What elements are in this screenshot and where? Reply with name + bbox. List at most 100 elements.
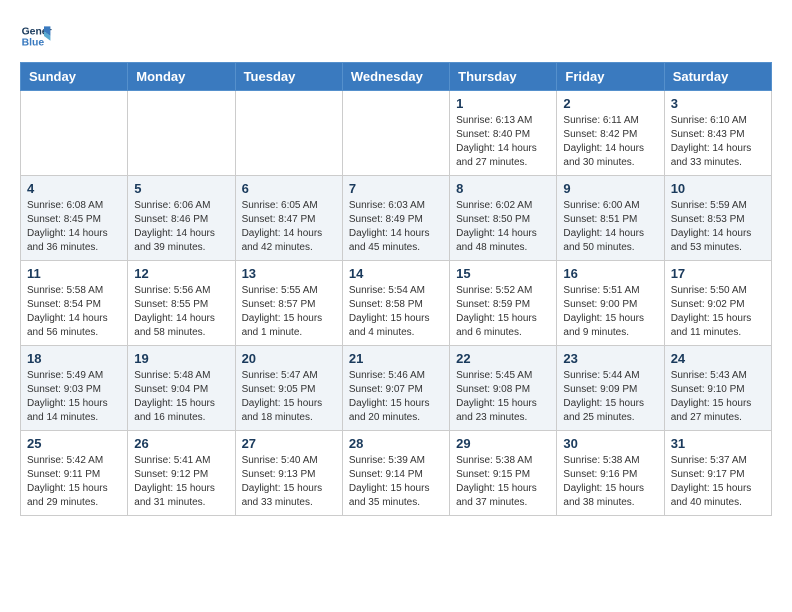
day-number: 31	[671, 436, 765, 451]
day-number: 19	[134, 351, 228, 366]
calendar-cell	[342, 91, 449, 176]
cell-content: Sunrise: 5:50 AM Sunset: 9:02 PM Dayligh…	[671, 284, 765, 340]
day-number: 10	[671, 181, 765, 196]
logo: General Blue	[20, 20, 52, 52]
calendar-cell: 4 Sunrise: 6:08 AM Sunset: 8:45 PM Daylig…	[21, 176, 128, 261]
day-number: 20	[242, 351, 336, 366]
day-number: 28	[349, 436, 443, 451]
cell-content: Sunrise: 6:06 AM Sunset: 8:46 PM Dayligh…	[134, 199, 228, 255]
calendar-week-row: 25 Sunrise: 5:42 AM Sunset: 9:11 PM Dayli…	[21, 431, 772, 516]
calendar-cell: 23 Sunrise: 5:44 AM Sunset: 9:09 PM Dayli…	[557, 346, 664, 431]
cell-content: Sunrise: 6:02 AM Sunset: 8:50 PM Dayligh…	[456, 199, 550, 255]
cell-content: Sunrise: 5:42 AM Sunset: 9:11 PM Dayligh…	[27, 454, 121, 510]
cell-content: Sunrise: 5:47 AM Sunset: 9:05 PM Dayligh…	[242, 369, 336, 425]
day-number: 11	[27, 266, 121, 281]
day-of-week-header: Tuesday	[235, 63, 342, 91]
cell-content: Sunrise: 5:38 AM Sunset: 9:15 PM Dayligh…	[456, 454, 550, 510]
day-of-week-header: Monday	[128, 63, 235, 91]
day-number: 25	[27, 436, 121, 451]
calendar-cell: 22 Sunrise: 5:45 AM Sunset: 9:08 PM Dayli…	[450, 346, 557, 431]
day-of-week-header: Saturday	[664, 63, 771, 91]
svg-text:Blue: Blue	[22, 38, 45, 49]
cell-content: Sunrise: 5:43 AM Sunset: 9:10 PM Dayligh…	[671, 369, 765, 425]
calendar-cell: 30Sunrise: 5:38 AM Sunset: 9:16 PM Dayli…	[557, 431, 664, 516]
calendar-cell: 2Sunrise: 6:11 AM Sunset: 8:42 PM Daylig…	[557, 91, 664, 176]
calendar-cell: 29 Sunrise: 5:38 AM Sunset: 9:15 PM Dayli…	[450, 431, 557, 516]
day-number: 15	[456, 266, 550, 281]
cell-content: Sunrise: 5:54 AM Sunset: 8:58 PM Dayligh…	[349, 284, 443, 340]
cell-content: Sunrise: 5:51 AM Sunset: 9:00 PM Dayligh…	[563, 284, 657, 340]
cell-content: Sunrise: 5:56 AM Sunset: 8:55 PM Dayligh…	[134, 284, 228, 340]
calendar-week-row: 4 Sunrise: 6:08 AM Sunset: 8:45 PM Daylig…	[21, 176, 772, 261]
calendar-week-row: 1 Sunrise: 6:13 AM Sunset: 8:40 PM Daylig…	[21, 91, 772, 176]
cell-content: Sunrise: 5:52 AM Sunset: 8:59 PM Dayligh…	[456, 284, 550, 340]
cell-content: Sunrise: 6:03 AM Sunset: 8:49 PM Dayligh…	[349, 199, 443, 255]
calendar-cell: 24 Sunrise: 5:43 AM Sunset: 9:10 PM Dayli…	[664, 346, 771, 431]
calendar-cell: 14Sunrise: 5:54 AM Sunset: 8:58 PM Dayli…	[342, 261, 449, 346]
day-of-week-header: Wednesday	[342, 63, 449, 91]
day-number: 17	[671, 266, 765, 281]
calendar-cell: 19 Sunrise: 5:48 AM Sunset: 9:04 PM Dayli…	[128, 346, 235, 431]
day-number: 1	[456, 96, 550, 111]
calendar-week-row: 11 Sunrise: 5:58 AM Sunset: 8:54 PM Dayli…	[21, 261, 772, 346]
calendar-cell: 20 Sunrise: 5:47 AM Sunset: 9:05 PM Dayli…	[235, 346, 342, 431]
cell-content: Sunrise: 5:45 AM Sunset: 9:08 PM Dayligh…	[456, 369, 550, 425]
calendar-cell: 1 Sunrise: 6:13 AM Sunset: 8:40 PM Daylig…	[450, 91, 557, 176]
cell-content: Sunrise: 6:08 AM Sunset: 8:45 PM Dayligh…	[27, 199, 121, 255]
calendar-cell: 8 Sunrise: 6:02 AM Sunset: 8:50 PM Daylig…	[450, 176, 557, 261]
day-of-week-header: Sunday	[21, 63, 128, 91]
day-number: 6	[242, 181, 336, 196]
day-number: 16	[563, 266, 657, 281]
day-number: 26	[134, 436, 228, 451]
cell-content: Sunrise: 5:58 AM Sunset: 8:54 PM Dayligh…	[27, 284, 121, 340]
cell-content: Sunrise: 6:05 AM Sunset: 8:47 PM Dayligh…	[242, 199, 336, 255]
calendar-cell: 27 Sunrise: 5:40 AM Sunset: 9:13 PM Dayli…	[235, 431, 342, 516]
cell-content: Sunrise: 6:11 AM Sunset: 8:42 PM Dayligh…	[563, 114, 657, 170]
calendar-cell	[21, 91, 128, 176]
day-number: 4	[27, 181, 121, 196]
day-number: 7	[349, 181, 443, 196]
calendar-cell	[235, 91, 342, 176]
day-number: 13	[242, 266, 336, 281]
calendar-cell: 6 Sunrise: 6:05 AM Sunset: 8:47 PM Daylig…	[235, 176, 342, 261]
day-of-week-header: Thursday	[450, 63, 557, 91]
day-number: 22	[456, 351, 550, 366]
day-number: 23	[563, 351, 657, 366]
calendar-cell: 5 Sunrise: 6:06 AM Sunset: 8:46 PM Daylig…	[128, 176, 235, 261]
calendar-cell: 26 Sunrise: 5:41 AM Sunset: 9:12 PM Dayli…	[128, 431, 235, 516]
cell-content: Sunrise: 5:37 AM Sunset: 9:17 PM Dayligh…	[671, 454, 765, 510]
cell-content: Sunrise: 5:41 AM Sunset: 9:12 PM Dayligh…	[134, 454, 228, 510]
calendar-cell: 31 Sunrise: 5:37 AM Sunset: 9:17 PM Dayli…	[664, 431, 771, 516]
day-of-week-header: Friday	[557, 63, 664, 91]
calendar-cell: 10Sunrise: 5:59 AM Sunset: 8:53 PM Dayli…	[664, 176, 771, 261]
day-number: 27	[242, 436, 336, 451]
day-number: 8	[456, 181, 550, 196]
calendar-cell: 17 Sunrise: 5:50 AM Sunset: 9:02 PM Dayli…	[664, 261, 771, 346]
day-number: 12	[134, 266, 228, 281]
cell-content: Sunrise: 6:13 AM Sunset: 8:40 PM Dayligh…	[456, 114, 550, 170]
calendar-cell: 18Sunrise: 5:49 AM Sunset: 9:03 PM Dayli…	[21, 346, 128, 431]
day-number: 5	[134, 181, 228, 196]
calendar-cell: 7 Sunrise: 6:03 AM Sunset: 8:49 PM Daylig…	[342, 176, 449, 261]
calendar-cell: 9Sunrise: 6:00 AM Sunset: 8:51 PM Daylig…	[557, 176, 664, 261]
calendar-cell: 25 Sunrise: 5:42 AM Sunset: 9:11 PM Dayli…	[21, 431, 128, 516]
logo-icon: General Blue	[20, 20, 52, 52]
calendar-cell: 11 Sunrise: 5:58 AM Sunset: 8:54 PM Dayli…	[21, 261, 128, 346]
calendar-header-row: SundayMondayTuesdayWednesdayThursdayFrid…	[21, 63, 772, 91]
day-number: 3	[671, 96, 765, 111]
calendar-cell	[128, 91, 235, 176]
cell-content: Sunrise: 5:39 AM Sunset: 9:14 PM Dayligh…	[349, 454, 443, 510]
cell-content: Sunrise: 5:38 AM Sunset: 9:16 PM Dayligh…	[563, 454, 657, 510]
cell-content: Sunrise: 5:48 AM Sunset: 9:04 PM Dayligh…	[134, 369, 228, 425]
day-number: 24	[671, 351, 765, 366]
calendar-table: SundayMondayTuesdayWednesdayThursdayFrid…	[20, 62, 772, 516]
calendar-cell: 13 Sunrise: 5:55 AM Sunset: 8:57 PM Dayli…	[235, 261, 342, 346]
calendar-cell: 15 Sunrise: 5:52 AM Sunset: 8:59 PM Dayli…	[450, 261, 557, 346]
cell-content: Sunrise: 5:44 AM Sunset: 9:09 PM Dayligh…	[563, 369, 657, 425]
day-number: 29	[456, 436, 550, 451]
cell-content: Sunrise: 5:55 AM Sunset: 8:57 PM Dayligh…	[242, 284, 336, 340]
cell-content: Sunrise: 5:40 AM Sunset: 9:13 PM Dayligh…	[242, 454, 336, 510]
cell-content: Sunrise: 6:00 AM Sunset: 8:51 PM Dayligh…	[563, 199, 657, 255]
calendar-cell: 3Sunrise: 6:10 AM Sunset: 8:43 PM Daylig…	[664, 91, 771, 176]
calendar-cell: 12 Sunrise: 5:56 AM Sunset: 8:55 PM Dayli…	[128, 261, 235, 346]
